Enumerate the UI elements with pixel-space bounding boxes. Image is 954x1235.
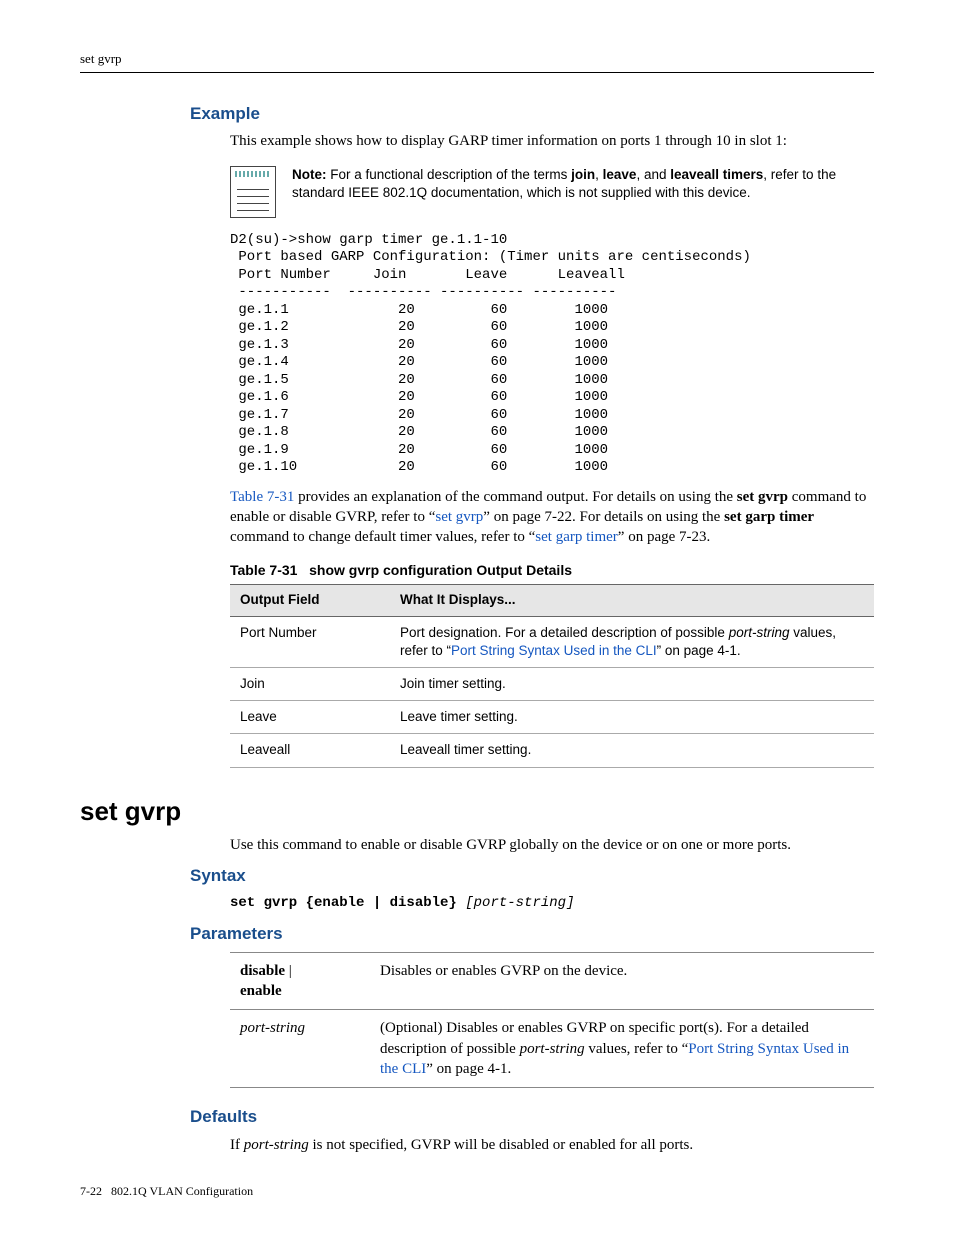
link-set-garp-timer[interactable]: set garp timer xyxy=(535,529,617,545)
pn-i: port-string xyxy=(240,1020,305,1036)
field-desc: Leaveall timer setting. xyxy=(390,734,874,767)
syntax-heading: Syntax xyxy=(190,865,874,888)
field-desc: Leave timer setting. xyxy=(390,701,874,734)
pn-sep: | xyxy=(285,963,292,979)
param-row: port-string (Optional) Disables or enabl… xyxy=(230,1010,874,1088)
footer-title: 802.1Q VLAN Configuration xyxy=(111,1184,253,1198)
post-g: ” on page 7-23. xyxy=(618,529,710,545)
field-name: Port Number xyxy=(230,616,390,667)
table-row: Leave Leave timer setting. xyxy=(230,701,874,734)
param-row: disable | enable Disables or enables GVR… xyxy=(230,952,874,1010)
example-heading: Example xyxy=(190,103,874,126)
pn-b: enable xyxy=(240,983,282,999)
link-port-string-syntax[interactable]: Port String Syntax Used in the CLI xyxy=(451,643,657,658)
table-row: Port Number Port designation. For a deta… xyxy=(230,616,874,667)
post-e: set garp timer xyxy=(724,509,814,525)
field-desc: Port designation. For a detailed descrip… xyxy=(390,616,874,667)
post-a: provides an explanation of the command o… xyxy=(294,489,736,505)
note-c2: , and xyxy=(636,167,670,182)
cli-output: D2(su)->show garp timer ge.1.1-10 Port b… xyxy=(230,232,874,477)
desc-c: ” on page 4-1. xyxy=(657,643,741,658)
note-term-leaveall: leaveall timers xyxy=(670,167,763,182)
note-text: Note: For a functional description of th… xyxy=(292,166,874,202)
param-name: disable | enable xyxy=(230,952,370,1010)
note-label: Note: xyxy=(292,167,327,182)
table-row: Leaveall Leaveall timer setting. xyxy=(230,734,874,767)
post-cli-paragraph: Table 7-31 provides an explanation of th… xyxy=(230,487,874,548)
note-block: Note: For a functional description of th… xyxy=(230,166,874,218)
syntax-line: set gvrp {enable | disable} [port-string… xyxy=(230,894,874,913)
field-name: Join xyxy=(230,668,390,701)
df-a: If xyxy=(230,1137,244,1153)
pd-b: values, refer to “ xyxy=(585,1041,689,1057)
table-7-31-caption: Table 7-31 show gvrp configuration Outpu… xyxy=(230,561,874,580)
syntax-optional: [port-string] xyxy=(465,895,574,911)
param-desc: (Optional) Disables or enables GVRP on s… xyxy=(370,1010,874,1088)
field-name: Leave xyxy=(230,701,390,734)
example-intro: This example shows how to display GARP t… xyxy=(230,131,874,151)
th-output-field: Output Field xyxy=(230,585,390,616)
pd-c: ” on page 4-1. xyxy=(426,1061,511,1077)
note-term-leave: leave xyxy=(603,167,637,182)
df-b: is not specified, GVRP will be disabled … xyxy=(309,1137,693,1153)
post-b: set gvrp xyxy=(737,489,788,505)
post-f: command to change default timer values, … xyxy=(230,529,535,545)
desc-i: port-string xyxy=(729,625,790,640)
note-body-a: For a functional description of the term… xyxy=(327,167,572,182)
footer-page: 7-22 xyxy=(80,1184,102,1198)
field-desc: Join timer setting. xyxy=(390,668,874,701)
th-what-it-displays: What It Displays... xyxy=(390,585,874,616)
post-d: ” on page 7-22. For details on using the xyxy=(483,509,724,525)
running-header: set gvrp xyxy=(80,50,874,73)
running-header-text: set gvrp xyxy=(80,51,122,66)
pd-i: port-string xyxy=(520,1041,585,1057)
param-name: port-string xyxy=(230,1010,370,1088)
defaults-text: If port-string is not specified, GVRP wi… xyxy=(230,1135,874,1155)
defaults-heading: Defaults xyxy=(190,1106,874,1129)
link-set-gvrp[interactable]: set gvrp xyxy=(435,509,483,525)
table-title: show gvrp configuration Output Details xyxy=(309,562,572,578)
command-title: set gvrp xyxy=(80,794,874,829)
parameters-table: disable | enable Disables or enables GVR… xyxy=(230,952,874,1088)
link-table-7-31[interactable]: Table 7-31 xyxy=(230,489,294,505)
param-desc: Disables or enables GVRP on the device. xyxy=(370,952,874,1010)
table-number: Table 7-31 xyxy=(230,562,297,578)
parameters-heading: Parameters xyxy=(190,923,874,946)
table-7-31: Output Field What It Displays... Port Nu… xyxy=(230,584,874,767)
note-term-join: join xyxy=(571,167,595,182)
desc-a: Port designation. For a detailed descrip… xyxy=(400,625,729,640)
pn-a: disable xyxy=(240,963,285,979)
note-c1: , xyxy=(595,167,603,182)
df-i: port-string xyxy=(244,1137,309,1153)
field-name: Leaveall xyxy=(230,734,390,767)
note-icon xyxy=(230,166,276,218)
setgvrp-intro: Use this command to enable or disable GV… xyxy=(230,835,874,855)
syntax-bold: set gvrp {enable | disable} xyxy=(230,895,465,911)
page-footer: 7-22 802.1Q VLAN Configuration xyxy=(80,1183,253,1199)
table-row: Join Join timer setting. xyxy=(230,668,874,701)
